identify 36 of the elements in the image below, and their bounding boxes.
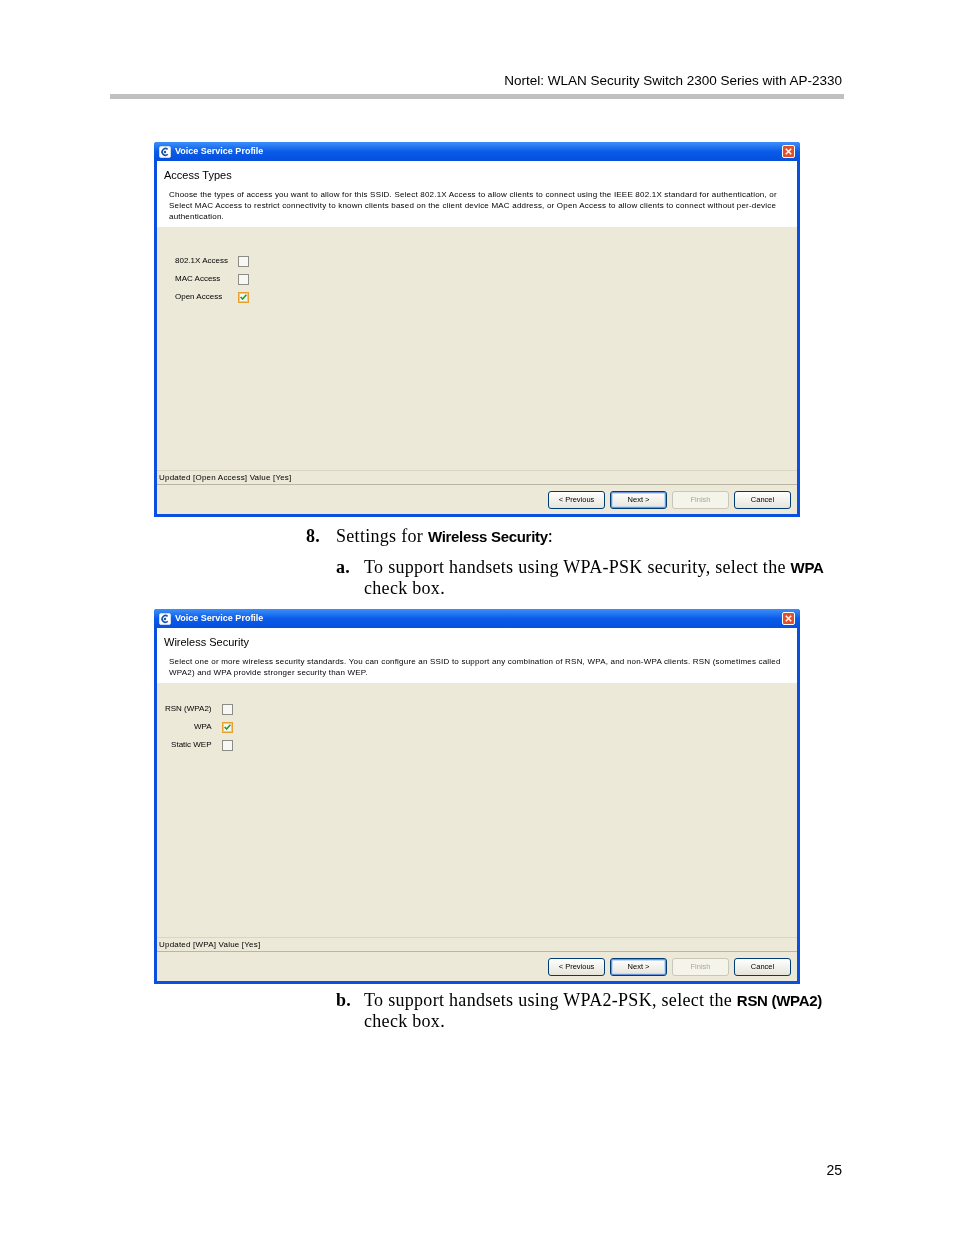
panel-heading: Access Types <box>164 168 233 182</box>
option-label: MAC Access <box>175 273 222 285</box>
option-label: 802.1X Access <box>175 255 228 267</box>
step-text: Settings for Wireless Security: <box>336 526 555 547</box>
close-button[interactable] <box>782 612 795 625</box>
checkbox[interactable] <box>221 721 233 733</box>
checkbox[interactable] <box>237 273 249 285</box>
page-number: 25 <box>826 1162 842 1178</box>
checkbox[interactable] <box>237 255 249 267</box>
checkbox[interactable] <box>221 739 233 751</box>
checkbox[interactable] <box>221 703 233 715</box>
option-label: Static WEP <box>170 739 212 751</box>
window-title: Voice Service Profile <box>175 147 264 156</box>
panel-heading: Wireless Security <box>164 635 250 649</box>
status-text: Updated [Open Access] Value [Yes] <box>159 473 292 482</box>
window-icon <box>159 145 171 158</box>
window-icon <box>159 612 171 625</box>
close-icon <box>785 615 792 622</box>
close-icon <box>785 148 792 155</box>
status-text: Updated [WPA] Value [Yes] <box>159 940 261 949</box>
panel-description: Select one or more wireless security standards. You can configure an SSID to support any combination of RSN, WPA, and non-WPA clients. RSN (sometimes called WPA2) and WPA provide stronger security than WEP. <box>168 656 782 678</box>
check-icon <box>223 724 231 730</box>
step-number: b. <box>336 990 353 1012</box>
option-label: WPA <box>192 721 212 733</box>
panel-description: Choose the types of access you want to allow for this SSID. Select 802.1X Access to allow clients to connect using the IEEE 802.1X standard for authentication, or Select MAC Access to restrict connectivity to known clients based on the client device MAC address, or Open Access to allow clients to connect without per-device authentication. <box>168 189 778 222</box>
option-label: RSN (WPA2) <box>165 703 212 715</box>
step-number: a. <box>336 557 352 579</box>
window-title: Voice Service Profile <box>175 614 264 623</box>
step-number: 8. <box>306 526 322 547</box>
option-label: Open Access <box>175 291 224 303</box>
close-button[interactable] <box>782 145 795 158</box>
page-header-title: Nortel: WLAN Security Switch 2300 Series with AP-2330 <box>504 73 842 89</box>
checkbox[interactable] <box>237 291 249 303</box>
step-text: To support handsets using WPA2-PSK, select the RSN (WPA2) check box. <box>364 990 823 1032</box>
check-icon <box>239 294 247 300</box>
step-text: To support handsets using WPA-PSK security, select the WPA check box. <box>364 557 825 599</box>
